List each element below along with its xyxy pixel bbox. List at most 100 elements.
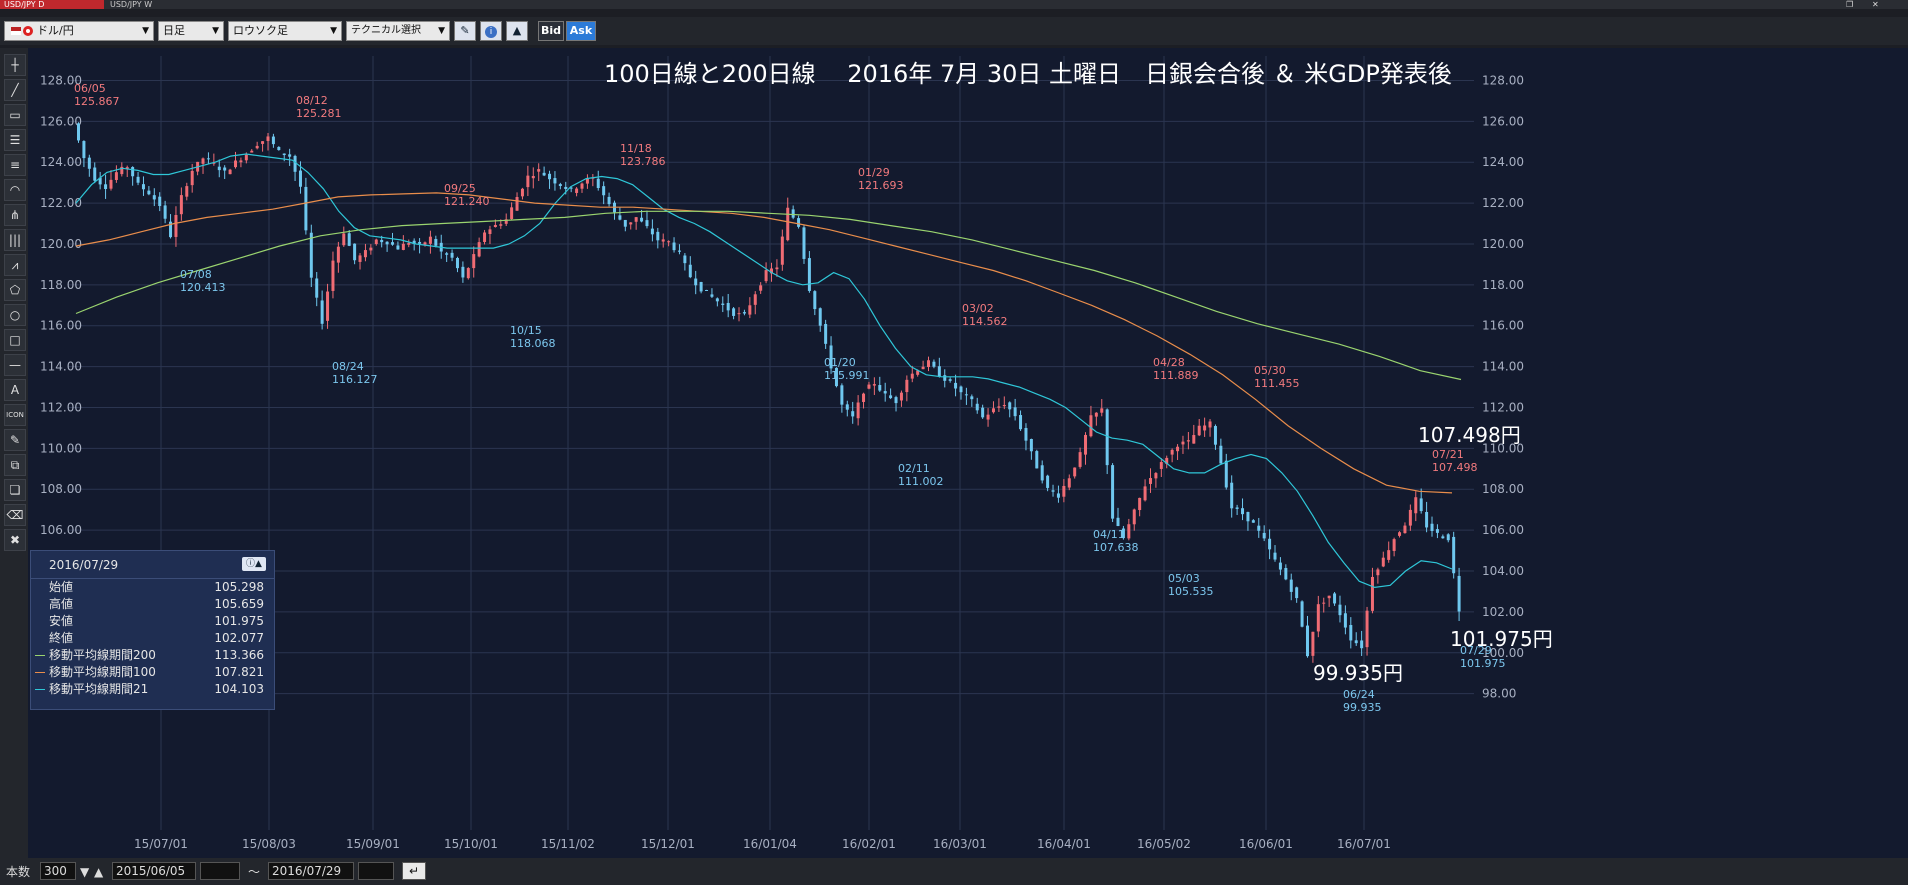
chart-area[interactable]: 128.00 128.00 126.00 126.00 124.00 124.00 122.…: [28, 48, 1908, 858]
vertical-lines-icon[interactable]: |||: [4, 229, 26, 251]
candle-body: [374, 239, 378, 244]
from-time-field[interactable]: [200, 862, 240, 880]
candlestick-chart[interactable]: 128.00 128.00126.00 126.00124.00 124.00122.…: [28, 48, 1908, 858]
candle-body: [970, 396, 974, 400]
candle-body: [1262, 532, 1266, 539]
candle-body: [640, 217, 644, 222]
technical-select[interactable]: テクニカル選択 ▼: [346, 21, 450, 41]
info-label: 高値: [49, 597, 74, 611]
candle-body: [1035, 451, 1039, 469]
candle-body: [93, 167, 97, 181]
candle-body: [304, 186, 308, 231]
candle-body: [1127, 524, 1131, 539]
copy-icon[interactable]: ⧉: [4, 454, 26, 476]
info-panel-collapse-button[interactable]: ⓘ▲: [242, 557, 266, 571]
tab-usdjpy-weekly[interactable]: USD/JPY W: [106, 0, 206, 9]
ruler-icon[interactable]: ▭: [4, 104, 26, 126]
info-button[interactable]: i: [480, 21, 502, 41]
candle-body: [396, 245, 400, 250]
eraser-icon[interactable]: ⌫: [4, 504, 26, 526]
candle-body: [580, 183, 584, 189]
bar-count-value: 300: [44, 864, 67, 878]
info-value: 104.103: [214, 682, 264, 696]
delete-icon[interactable]: ✖: [4, 529, 26, 551]
pen-icon[interactable]: ✎: [4, 429, 26, 451]
chevron-down-icon: ▼: [212, 26, 219, 36]
y-tick-label-right: 128.00: [1482, 73, 1524, 87]
technical-label: テクニカル選択: [351, 25, 421, 36]
annotation-value: 111.455: [1254, 377, 1300, 390]
candle-body: [152, 195, 156, 200]
candle-body: [981, 407, 985, 418]
bar-count-input[interactable]: 300: [40, 862, 76, 880]
candle-body: [326, 291, 330, 321]
candle-body: [618, 215, 622, 220]
to-date-field[interactable]: 2016/07/29: [268, 862, 354, 880]
candle-body: [1295, 587, 1299, 599]
ask-button[interactable]: Ask: [566, 21, 596, 41]
candle-body: [683, 255, 687, 264]
candle-body: [548, 173, 552, 180]
annotation-date: 11/18: [620, 142, 652, 155]
close-window-icon[interactable]: ✕: [1872, 0, 1879, 9]
pitchfork-icon[interactable]: ⋔: [4, 204, 26, 226]
info-value: 113.366: [214, 648, 264, 662]
candle-body: [964, 394, 968, 396]
reset-button[interactable]: ↵: [402, 862, 426, 880]
icon-stamp-icon[interactable]: ICON: [4, 404, 26, 426]
candle-body: [997, 406, 1001, 408]
candle-body: [1268, 538, 1272, 550]
x-tick-label: 16/06/01: [1239, 837, 1293, 851]
candle-body: [455, 257, 459, 269]
annotation-value: 121.693: [858, 179, 904, 192]
candle-body: [542, 172, 546, 176]
candle-body: [190, 170, 194, 186]
candle-body: [185, 186, 189, 197]
bid-button[interactable]: Bid: [538, 21, 564, 41]
annotation-value: 105.535: [1168, 585, 1214, 598]
candle-body: [1073, 467, 1077, 477]
candle-body: [179, 195, 183, 215]
candle-body: [705, 289, 709, 291]
gann-fan-icon[interactable]: ⩘: [4, 254, 26, 276]
count-down-arrow-icon[interactable]: ▼: [80, 864, 89, 880]
channel-icon[interactable]: ≡: [4, 154, 26, 176]
from-date-field[interactable]: 2015/06/05: [112, 862, 196, 880]
circle-icon[interactable]: ○: [4, 304, 26, 326]
to-time-field[interactable]: [358, 862, 394, 880]
candle-body: [564, 186, 568, 189]
annotation-value: 116.127: [332, 373, 378, 386]
candle-body: [391, 242, 395, 245]
crosshair-icon[interactable]: ┼: [4, 54, 26, 76]
restore-window-icon[interactable]: ❐: [1846, 0, 1853, 9]
horizontal-line-icon[interactable]: —: [4, 354, 26, 376]
candle-body: [894, 397, 898, 404]
candle-body: [526, 175, 530, 188]
pentagon-icon[interactable]: ⬠: [4, 279, 26, 301]
date-range-tilde: 〜: [248, 865, 261, 879]
currency-select[interactable]: ドル/円 ▼: [4, 21, 154, 41]
timeframe-select[interactable]: 日足 ▼: [158, 21, 224, 41]
area-chart-button[interactable]: ▲: [506, 21, 528, 41]
candle-body: [1278, 562, 1282, 570]
annotation-value: 115.991: [824, 369, 870, 382]
candle-body: [661, 239, 665, 242]
chart-type-select[interactable]: ロウソク足 ▼: [228, 21, 342, 41]
clone-icon[interactable]: ❏: [4, 479, 26, 501]
rectangle-icon[interactable]: □: [4, 329, 26, 351]
candle-body: [1289, 579, 1293, 592]
horizontal-lines-icon[interactable]: ☰: [4, 129, 26, 151]
candle-body: [206, 158, 210, 160]
y-tick-label-left: 114.00: [40, 360, 82, 374]
candle-body: [813, 291, 817, 310]
y-tick-label-right: 124.00: [1482, 155, 1524, 169]
trendline-icon[interactable]: ╱: [4, 79, 26, 101]
tab-usdjpy-daily[interactable]: USD/JPY D: [0, 0, 104, 9]
candle-body: [423, 242, 427, 245]
draw-pen-button[interactable]: ✎: [454, 21, 476, 41]
text-icon[interactable]: A: [4, 379, 26, 401]
to-date-value: 2016/07/29: [272, 864, 342, 878]
count-up-arrow-icon[interactable]: ▲: [94, 864, 103, 880]
fibonacci-arc-icon[interactable]: ◠: [4, 179, 26, 201]
candle-body: [699, 282, 703, 292]
